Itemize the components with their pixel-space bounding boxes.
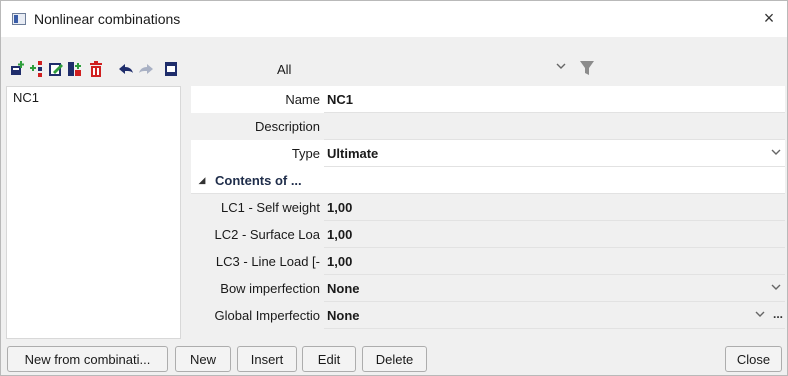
dialog-window: Nonlinear combinations × All NC1 Name NC… [0, 0, 788, 376]
button-bar: New from combinati... New Insert Edit De… [1, 344, 787, 376]
lc2-label: LC2 - Surface Loa [214, 227, 320, 242]
contents-section-header[interactable]: ◢ Contents of ... [191, 167, 785, 194]
name-label: Name [191, 86, 324, 113]
filter-select[interactable]: All [269, 59, 599, 79]
chevron-down-icon[interactable] [556, 62, 566, 73]
delete-icon[interactable] [87, 60, 105, 78]
undo-icon[interactable] [117, 60, 135, 78]
lc2-row: LC2 - Surface Loa 1,00 [191, 221, 785, 248]
name-field[interactable]: NC1 [324, 86, 785, 113]
toolbar: All [1, 56, 787, 82]
copy-icon[interactable] [66, 60, 84, 78]
redo-icon[interactable] [137, 60, 155, 78]
lc3-coefficient-field[interactable]: 1,00 [324, 248, 785, 275]
filter-value: All [277, 61, 292, 77]
global-imperfection-row: Global Imperfectio None ... [191, 302, 785, 329]
lc1-row: LC1 - Self weight 1,00 [191, 194, 785, 221]
chevron-down-icon[interactable] [755, 310, 765, 321]
chevron-down-icon[interactable] [771, 283, 781, 294]
splitter[interactable] [182, 86, 191, 339]
edit-button[interactable]: Edit [302, 346, 356, 372]
window-icon[interactable] [162, 60, 180, 78]
list-item[interactable]: NC1 [7, 87, 180, 109]
collapse-arrow-icon[interactable]: ◢ [191, 175, 213, 186]
new-from-combination-button[interactable]: New from combinati... [7, 346, 168, 372]
lc2-coefficient-field[interactable]: 1,00 [324, 221, 785, 248]
global-imperfection-label: Global Imperfectio [214, 308, 321, 323]
lc1-coefficient-field[interactable]: 1,00 [324, 194, 785, 221]
add-icon[interactable] [9, 60, 27, 78]
lc3-label: LC3 - Line Load [- [215, 254, 320, 269]
section-title: Contents of ... [215, 172, 302, 188]
lc3-row: LC3 - Line Load [- 1,00 [191, 248, 785, 275]
app-icon [12, 13, 26, 25]
bow-imperfection-row: Bow imperfection None [191, 275, 785, 302]
edit-icon[interactable] [47, 60, 65, 78]
description-row: Description [191, 113, 785, 140]
type-label: Type [191, 140, 324, 167]
name-row: Name NC1 [191, 86, 785, 113]
filter-icon[interactable] [580, 60, 594, 79]
window-title: Nonlinear combinations [34, 11, 181, 27]
chevron-down-icon[interactable] [771, 148, 781, 159]
title-bar: Nonlinear combinations × [1, 1, 787, 37]
description-field[interactable] [324, 113, 785, 140]
global-imperfection-select[interactable]: None [324, 302, 785, 329]
description-label: Description [254, 119, 320, 134]
lc1-label: LC1 - Self weight [221, 200, 320, 215]
properties-panel: Name NC1 Description Type Ultimate ◢ Con… [191, 86, 785, 339]
close-button[interactable]: Close [725, 346, 782, 372]
type-select[interactable]: Ultimate [324, 140, 785, 167]
more-options-button[interactable]: ... [773, 307, 783, 321]
combination-list[interactable]: NC1 [6, 86, 181, 339]
insert-button[interactable]: Insert [237, 346, 297, 372]
new-button[interactable]: New [175, 346, 231, 372]
close-window-button[interactable]: × [755, 4, 783, 32]
bow-imperfection-select[interactable]: None [324, 275, 785, 302]
bow-imperfection-label: Bow imperfection [220, 281, 320, 296]
insert-icon[interactable] [28, 60, 46, 78]
delete-button[interactable]: Delete [362, 346, 427, 372]
type-row: Type Ultimate [191, 140, 785, 167]
